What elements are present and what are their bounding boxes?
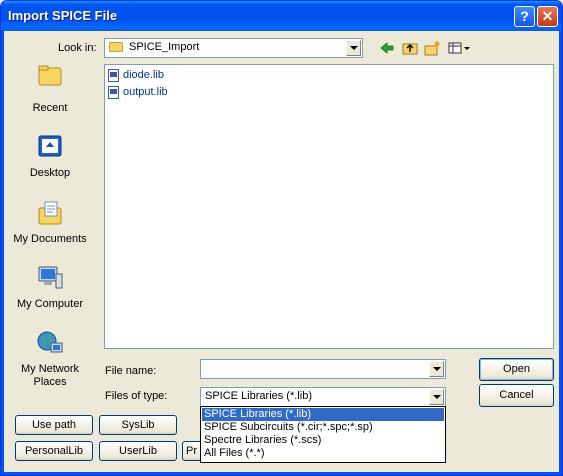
place-label-line2: Places bbox=[33, 376, 67, 388]
look-in-combo[interactable]: SPICE_Import bbox=[104, 38, 363, 58]
place-my-documents[interactable]: My Documents bbox=[9, 199, 91, 255]
help-button[interactable]: ? bbox=[514, 6, 535, 27]
place-label: Recent bbox=[32, 102, 68, 114]
window-title: Import SPICE File bbox=[8, 8, 118, 23]
files-of-type-label: Files of type: bbox=[105, 390, 168, 402]
window-border-left bbox=[1, 31, 4, 475]
syslib-button[interactable]: SysLib bbox=[99, 415, 177, 435]
place-desktop[interactable]: Desktop bbox=[9, 133, 91, 189]
library-file-icon bbox=[108, 86, 119, 99]
new-folder-icon[interactable] bbox=[424, 39, 442, 57]
place-my-computer[interactable]: My Computer bbox=[9, 264, 91, 320]
title-bar[interactable]: Import SPICE File ? ✕ bbox=[1, 1, 562, 31]
chevron-down-icon[interactable] bbox=[429, 361, 444, 377]
folder-icon bbox=[109, 42, 123, 52]
file-type-dropdown-list[interactable]: SPICE Libraries (*.lib) SPICE Subcircuit… bbox=[200, 406, 446, 463]
network-places-icon bbox=[36, 329, 64, 357]
look-in-label: Look in: bbox=[58, 42, 97, 54]
import-spice-dialog: Import SPICE File ? ✕ Look in: SPICE_Imp… bbox=[0, 0, 563, 476]
files-of-type-select[interactable]: SPICE Libraries (*.lib) bbox=[200, 387, 446, 407]
personallib-button[interactable]: PersonalLib bbox=[15, 441, 93, 461]
window-border-right bbox=[559, 31, 562, 475]
file-name-text: diode.lib bbox=[123, 69, 164, 81]
place-label: My Computer bbox=[16, 298, 84, 310]
file-name-text: output.lib bbox=[123, 86, 168, 98]
place-label: My Documents bbox=[13, 233, 87, 245]
my-computer-icon bbox=[36, 264, 64, 292]
list-item[interactable]: diode.lib bbox=[108, 68, 178, 84]
recent-folder-icon bbox=[36, 61, 64, 89]
dropdown-option[interactable]: Spectre Libraries (*.scs) bbox=[202, 434, 444, 447]
up-folder-icon[interactable] bbox=[401, 39, 419, 57]
cancel-button[interactable]: Cancel bbox=[479, 384, 554, 407]
place-my-network[interactable]: My Network Places bbox=[9, 329, 91, 389]
library-file-icon bbox=[108, 69, 119, 82]
dropdown-option[interactable]: SPICE Subcircuits (*.cir;*.spc;*.sp) bbox=[202, 421, 444, 434]
chevron-down-icon[interactable] bbox=[429, 389, 444, 405]
place-label: My Network bbox=[20, 363, 80, 375]
desktop-icon bbox=[36, 133, 64, 161]
files-of-type-value: SPICE Libraries (*.lib) bbox=[205, 390, 312, 402]
file-name-input[interactable] bbox=[200, 359, 446, 379]
use-path-button[interactable]: Use path bbox=[15, 415, 93, 435]
place-recent[interactable]: Recent bbox=[9, 61, 91, 117]
place-label: Desktop bbox=[29, 167, 71, 179]
back-icon[interactable] bbox=[378, 39, 396, 57]
userlib-button[interactable]: UserLib bbox=[99, 441, 177, 461]
window-border-bottom bbox=[1, 472, 562, 475]
my-documents-icon bbox=[36, 199, 64, 227]
chevron-down-icon[interactable] bbox=[346, 40, 361, 56]
close-button[interactable]: ✕ bbox=[537, 6, 558, 27]
file-name-label: File name: bbox=[105, 365, 157, 377]
dropdown-option[interactable]: All Files (*.*) bbox=[202, 447, 444, 460]
dropdown-option-selected[interactable]: SPICE Libraries (*.lib) bbox=[202, 408, 444, 421]
look-in-value: SPICE_Import bbox=[129, 41, 200, 53]
file-list[interactable]: diode.lib output.lib bbox=[104, 64, 554, 349]
view-menu-icon[interactable] bbox=[447, 39, 471, 57]
open-button[interactable]: Open bbox=[479, 358, 554, 381]
list-item[interactable]: output.lib bbox=[108, 85, 188, 101]
